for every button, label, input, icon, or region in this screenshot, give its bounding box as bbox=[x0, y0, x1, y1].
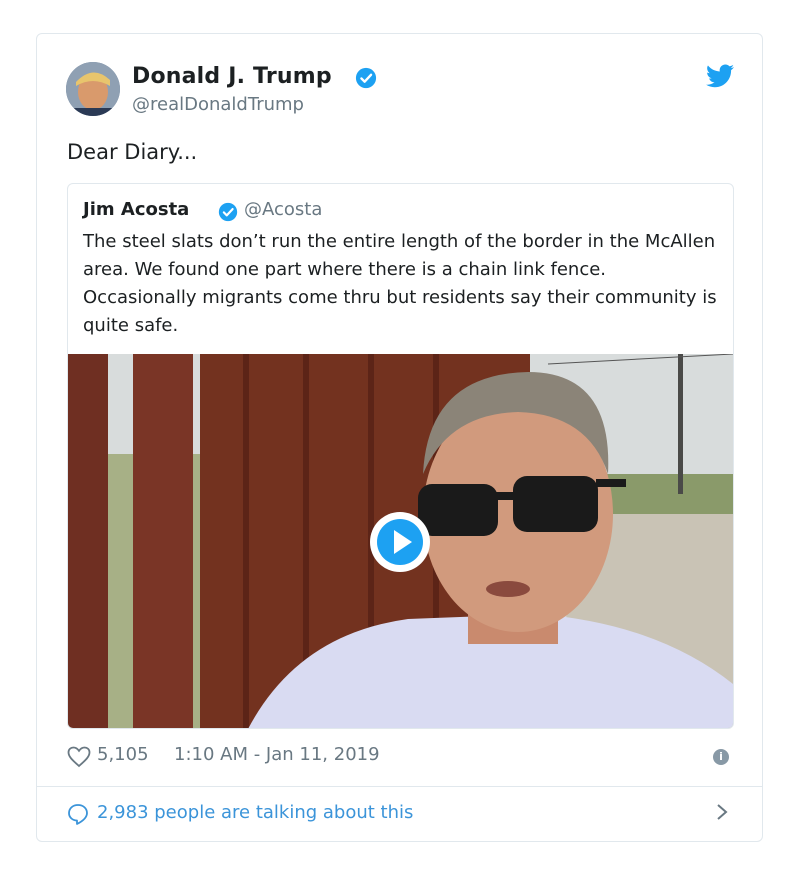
embedded-tweet-card: Donald J. Trump @realDonaldTrump Dear Di… bbox=[36, 33, 763, 842]
chevron-right-icon[interactable] bbox=[715, 802, 729, 827]
quoted-tweet-text: The steel slats don’t run the entire len… bbox=[83, 231, 717, 336]
verified-badge-icon bbox=[355, 67, 377, 93]
author-handle[interactable]: @realDonaldTrump bbox=[132, 94, 304, 115]
divider bbox=[37, 786, 762, 787]
heart-icon[interactable] bbox=[67, 746, 91, 768]
author-name[interactable]: Donald J. Trump bbox=[132, 64, 332, 89]
play-icon bbox=[371, 513, 429, 571]
speech-bubble-icon[interactable] bbox=[67, 803, 89, 825]
play-button[interactable] bbox=[370, 512, 430, 572]
quoted-tweet[interactable]: Jim Acosta @Acosta The steel slats don’t… bbox=[67, 183, 734, 729]
info-icon[interactable]: i bbox=[713, 749, 729, 765]
quoted-author-name[interactable]: Jim Acosta bbox=[83, 199, 189, 220]
video-thumbnail[interactable] bbox=[68, 354, 733, 728]
author-avatar[interactable] bbox=[66, 62, 120, 116]
conversation-link[interactable]: 2,983 people are talking about this bbox=[97, 802, 413, 823]
verified-badge-icon bbox=[218, 202, 238, 226]
quoted-author-handle[interactable]: @Acosta bbox=[244, 199, 322, 220]
twitter-bird-icon[interactable] bbox=[706, 64, 734, 88]
tweet-text: Dear Diary... bbox=[67, 140, 198, 164]
tweet-timestamp[interactable]: 1:10 AM - Jan 11, 2019 bbox=[174, 744, 380, 765]
like-count[interactable]: 5,105 bbox=[97, 744, 149, 765]
